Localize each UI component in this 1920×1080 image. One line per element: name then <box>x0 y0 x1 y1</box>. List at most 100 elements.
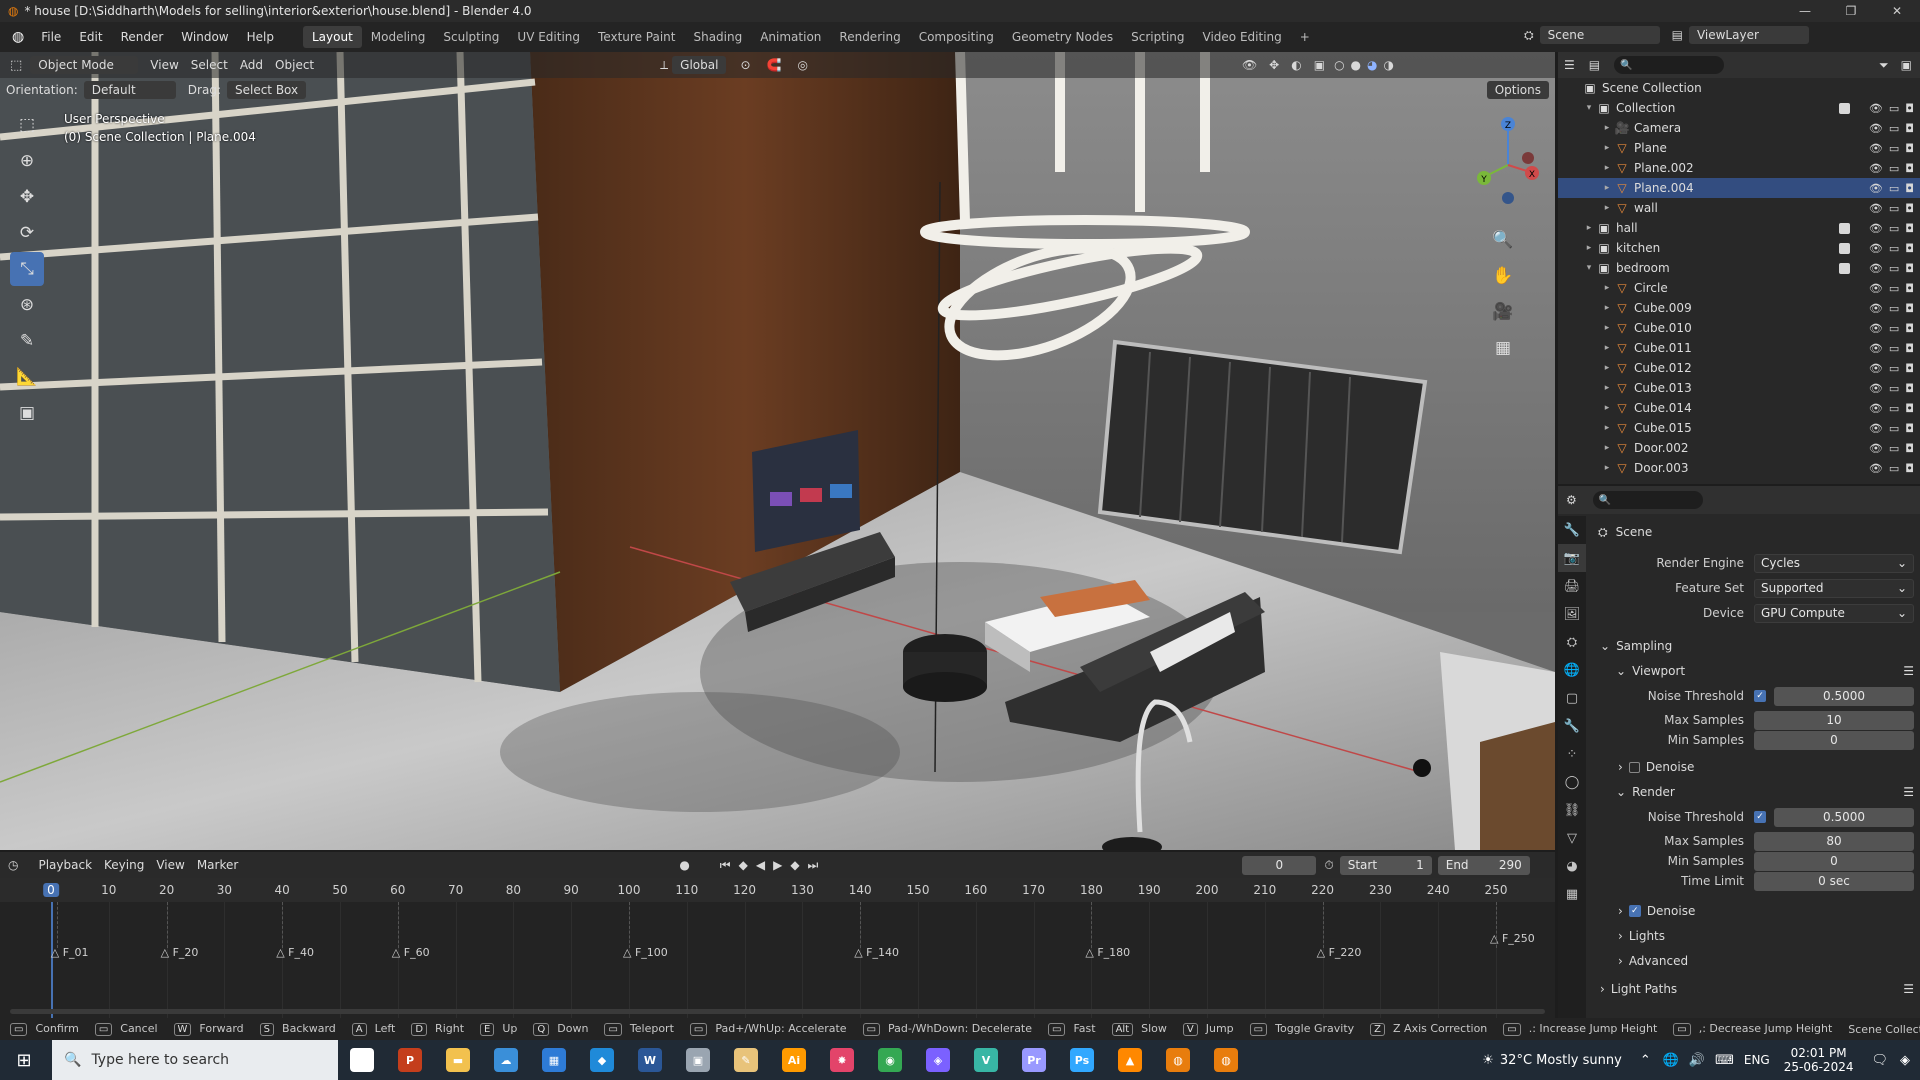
tab-geometry-nodes[interactable]: Geometry Nodes <box>1003 26 1122 48</box>
scene-tab-icon[interactable]: ⛭ <box>1558 628 1586 656</box>
taskbar-app-edge-dev-icon[interactable]: ◆ <box>582 1040 622 1080</box>
camera-render-icon[interactable]: ◘ <box>1905 182 1914 195</box>
select-box-tool-icon[interactable]: ⬚ <box>10 108 44 142</box>
eye-icon[interactable]: 👁 <box>1869 422 1883 435</box>
camera-render-icon[interactable]: ◘ <box>1905 162 1914 175</box>
tab-shading[interactable]: Shading <box>684 26 751 48</box>
outliner-item-bedroom[interactable]: ▾ ▣ bedroom 👁 ▭ ◘ <box>1558 258 1920 278</box>
camera-render-icon[interactable]: ◘ <box>1905 322 1914 335</box>
monitor-icon[interactable]: ▭ <box>1889 302 1899 315</box>
eye-icon[interactable]: 👁 <box>1869 462 1883 475</box>
device-dropdown[interactable]: GPU Compute ⌄ <box>1754 603 1914 623</box>
menu-edit[interactable]: Edit <box>70 30 111 44</box>
taskbar-app-illustrator-icon[interactable]: Ai <box>774 1040 814 1080</box>
monitor-icon[interactable]: ▭ <box>1889 182 1899 195</box>
tab-rendering[interactable]: Rendering <box>830 26 909 48</box>
outliner-item-cube-012[interactable]: ▸ ▽ Cube.012 👁 ▭ ◘ <box>1558 358 1920 378</box>
camera-render-icon[interactable]: ◘ <box>1905 462 1914 475</box>
taskbar-app-weather-app-icon[interactable]: ☁ <box>486 1040 526 1080</box>
windows-start-icon[interactable]: ⊞ <box>4 1040 44 1080</box>
editor-type-icon[interactable]: ⬚ <box>10 58 22 73</box>
new-collection-icon[interactable]: ▣ <box>1901 58 1912 72</box>
current-frame-field[interactable]: 0 <box>1242 855 1317 875</box>
r-noise-checkbox[interactable]: ✓ <box>1754 811 1766 823</box>
volume-icon[interactable]: 🔊 <box>1689 1053 1705 1068</box>
shading-solid-icon[interactable]: ● <box>1351 58 1361 72</box>
camera-render-icon[interactable]: ◘ <box>1905 142 1914 155</box>
pan-hand-icon[interactable]: ✋ <box>1486 259 1520 293</box>
data-tab-icon[interactable]: ▽ <box>1558 824 1586 852</box>
notifications-icon[interactable]: 🗨 <box>1871 1053 1888 1068</box>
taskbar-app-blender-b-icon[interactable]: ◍ <box>1206 1040 1246 1080</box>
light-paths-panel-header[interactable]: › Light Paths ☰ <box>1600 978 1914 1000</box>
physics-tab-icon[interactable]: ◯ <box>1558 768 1586 796</box>
properties-search-input[interactable]: 🔍 <box>1592 491 1703 509</box>
timeline-editor-icon[interactable]: ◷ <box>8 858 18 872</box>
viewport-subpanel-header[interactable]: ⌄ Viewport ☰ <box>1616 660 1914 682</box>
add-cube-tool-icon[interactable]: ▣ <box>10 396 44 430</box>
shading-rendered-icon[interactable]: ◑ <box>1384 58 1394 72</box>
menu-file[interactable]: File <box>32 30 70 44</box>
xray-icon[interactable]: ▣ <box>1314 58 1325 72</box>
outliner-item-collection[interactable]: ▾ ▣ Collection 👁 ▭ ◘ <box>1558 98 1920 118</box>
orientation-dropdown[interactable]: Default <box>83 81 176 99</box>
transform-orientation-dropdown[interactable]: Global <box>672 56 727 74</box>
transform-tool-icon[interactable]: ⊛ <box>10 288 44 322</box>
monitor-icon[interactable]: ▭ <box>1889 402 1899 415</box>
tab-compositing[interactable]: Compositing <box>910 26 1003 48</box>
lights-panel-header[interactable]: › Lights <box>1618 925 1914 947</box>
monitor-icon[interactable]: ▭ <box>1889 462 1899 475</box>
prev-keyframe-icon[interactable]: ◆ <box>739 858 748 872</box>
outliner-item-cube-011[interactable]: ▸ ▽ Cube.011 👁 ▭ ◘ <box>1558 338 1920 358</box>
monitor-icon[interactable]: ▭ <box>1889 382 1899 395</box>
collapse-arrow-icon[interactable]: ▸ <box>1600 143 1614 153</box>
options-dropdown[interactable]: Options <box>1486 81 1549 99</box>
camera-render-icon[interactable]: ◘ <box>1905 382 1914 395</box>
collapse-arrow-icon[interactable]: ▸ <box>1600 463 1614 473</box>
outliner-item-plane-002[interactable]: ▸ ▽ Plane.002 👁 ▭ ◘ <box>1558 158 1920 178</box>
outliner-item-cube-013[interactable]: ▸ ▽ Cube.013 👁 ▭ ◘ <box>1558 378 1920 398</box>
add-workspace-button[interactable]: + <box>1291 26 1319 48</box>
monitor-icon[interactable]: ▭ <box>1889 142 1899 155</box>
zoom-icon[interactable]: 🔍 <box>1486 223 1520 257</box>
snap-icon[interactable]: 🧲 <box>767 58 782 72</box>
play-icon[interactable]: ▶ <box>773 858 782 872</box>
taskbar-app-store-icon[interactable]: ▦ <box>534 1040 574 1080</box>
overlay-toggle-icon[interactable]: ◐ <box>1291 58 1301 72</box>
exclude-checkbox[interactable] <box>1839 102 1850 114</box>
advanced-panel-header[interactable]: › Advanced <box>1618 950 1914 972</box>
tab-texture-paint[interactable]: Texture Paint <box>589 26 684 48</box>
eye-icon[interactable]: 👁 <box>1869 262 1883 275</box>
camera-render-icon[interactable]: ◘ <box>1905 122 1914 135</box>
viewport-menu-view[interactable]: View <box>150 58 178 72</box>
vp-min-field[interactable]: 0 <box>1754 730 1914 750</box>
gizmo-toggle-icon[interactable]: ✥ <box>1269 58 1279 72</box>
collapse-arrow-icon[interactable]: ▸ <box>1600 343 1614 353</box>
pivot-point-icon[interactable]: ⊙ <box>740 58 750 72</box>
eye-icon[interactable]: 👁 <box>1869 242 1883 255</box>
taskbar-app-premiere-icon[interactable]: Pr <box>1014 1040 1054 1080</box>
viewport-menu-select[interactable]: Select <box>191 58 228 72</box>
camera-render-icon[interactable]: ◘ <box>1905 262 1914 275</box>
outliner-editor-icon[interactable]: ☰ <box>1564 58 1575 72</box>
outliner-item-door-003[interactable]: ▸ ▽ Door.003 👁 ▭ ◘ <box>1558 458 1920 478</box>
jump-start-icon[interactable]: ⏮ <box>720 858 731 873</box>
collapse-arrow-icon[interactable]: ▸ <box>1582 223 1596 233</box>
taskbar-app-word-icon[interactable]: W <box>630 1040 670 1080</box>
collapse-arrow-icon[interactable]: ▸ <box>1600 323 1614 333</box>
timeline-menu-marker[interactable]: Marker <box>197 858 238 872</box>
texture-tab-icon[interactable]: ▦ <box>1558 880 1586 908</box>
minimize-button[interactable]: — <box>1782 0 1828 22</box>
r-noise-field[interactable]: 0.5000 <box>1774 807 1914 827</box>
collapse-arrow-icon[interactable]: ▸ <box>1600 363 1614 373</box>
taskbar-app-powerpoint-icon[interactable]: P <box>390 1040 430 1080</box>
measure-tool-icon[interactable]: 📐 <box>10 360 44 394</box>
monitor-icon[interactable]: ▭ <box>1889 342 1899 355</box>
scale-tool-icon[interactable]: ⤡ <box>10 252 44 286</box>
outliner-item-plane[interactable]: ▸ ▽ Plane 👁 ▭ ◘ <box>1558 138 1920 158</box>
outliner-item-cube-010[interactable]: ▸ ▽ Cube.010 👁 ▭ ◘ <box>1558 318 1920 338</box>
playhead[interactable] <box>51 902 53 1018</box>
view-layer-selector[interactable]: ViewLayer <box>1688 26 1809 44</box>
camera-render-icon[interactable]: ◘ <box>1905 222 1914 235</box>
taskbar-app-paint-app-icon[interactable]: ✸ <box>822 1040 862 1080</box>
